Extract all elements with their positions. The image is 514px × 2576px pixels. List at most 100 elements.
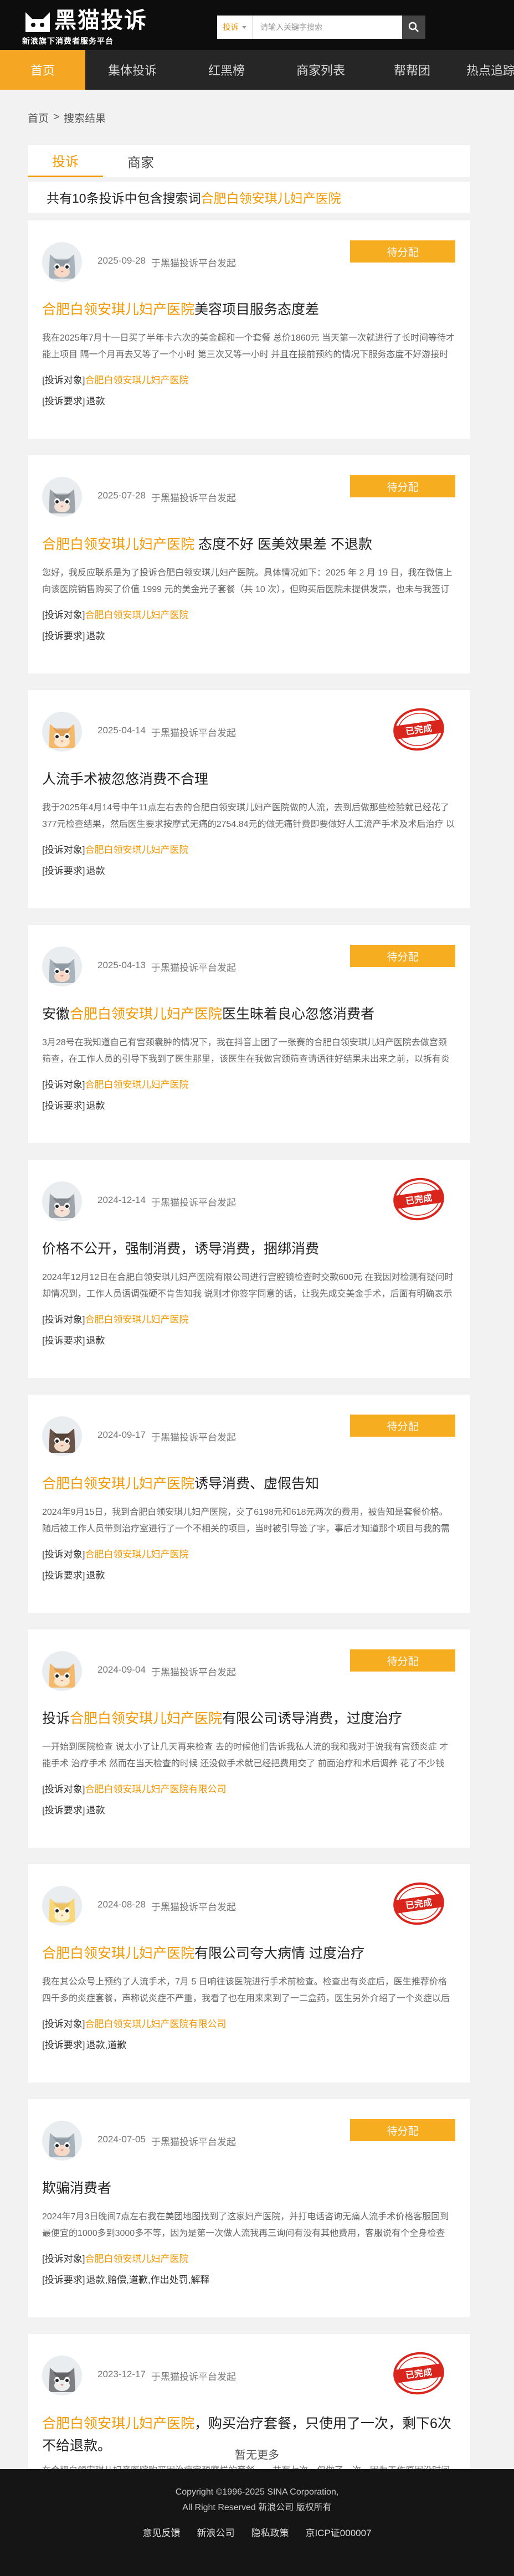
nav-ranking[interactable]: 红黑榜: [179, 50, 274, 90]
main-nav: 首页 集体投诉 红黑榜 商家列表 帮帮团 热点追踪: [0, 50, 514, 90]
status-badge: 待分配: [350, 2119, 455, 2141]
footer-copyright: Copyright ©1996-2025 SINA Corporation,: [175, 2487, 339, 2497]
status-badge: 待分配: [350, 475, 455, 497]
footer: Copyright ©1996-2025 SINA Corporation, A…: [0, 2469, 514, 2576]
complaint-card[interactable]: 2024-08-28 于黑猫投诉平台发起 已完成 合肥白领安琪儿妇产医院有限公司夸大病…: [28, 1864, 470, 2083]
complaint-date: 2024-12-14: [97, 1194, 146, 1205]
complaint-title[interactable]: 价格不公开，强制消费，诱导消费，捆绑消费: [42, 1238, 455, 1259]
search-button[interactable]: [402, 16, 425, 39]
complaint-demand-label: [投诉要求]: [42, 631, 85, 641]
complaint-object-link[interactable]: 合肥白领安琪儿妇产医院: [85, 1314, 188, 1325]
complaint-title-merchant[interactable]: 合肥白领安琪儿妇产医院: [42, 2416, 194, 2431]
complaint-title-merchant[interactable]: 合肥白领安琪儿妇产医院: [42, 302, 194, 317]
complaint-title[interactable]: 合肥白领安琪儿妇产医院 态度不好 医美效果差 不退款: [42, 534, 455, 555]
complaint-demand-value: 退款,道歉: [86, 2040, 127, 2050]
complaint-demand-label: [投诉要求]: [42, 1570, 85, 1581]
complaint-card[interactable]: 2025-07-28 于黑猫投诉平台发起 待分配 合肥白领安琪儿妇产医院 态度不好 医…: [28, 455, 470, 673]
nav-home[interactable]: 首页: [0, 50, 85, 90]
nav-help-team[interactable]: 帮帮团: [368, 50, 456, 90]
complaint-demand-row: [投诉要求]退款: [42, 1334, 455, 1348]
complaint-source: 于黑猫投诉平台发起: [151, 1197, 236, 1208]
complaint-card[interactable]: 2024-12-14 于黑猫投诉平台发起 已完成 价格不公开，强制消费，诱导消费，捆绑…: [28, 1160, 470, 1378]
complaint-title[interactable]: 人流手术被忽悠消费不合理: [42, 769, 455, 790]
top-header: 黑猫投诉 新浪旗下消费者服务平台 投诉: [0, 0, 514, 50]
nav-hot-tracking[interactable]: 热点追踪: [456, 50, 514, 90]
footer-link-icp[interactable]: 京ICP证000007: [305, 2526, 371, 2541]
tab-complaints[interactable]: 投诉: [28, 145, 103, 177]
complaint-title[interactable]: 合肥白领安琪儿妇产医院诱导消费、虚假告知: [42, 1473, 455, 1494]
search-input[interactable]: [253, 16, 402, 39]
complaint-title-text: 诱导消费、虚假告知: [194, 1476, 320, 1492]
complaint-title[interactable]: 合肥白领安琪儿妇产医院美容项目服务态度差: [42, 299, 455, 320]
brand-slogan: 新浪旗下消费者服务平台: [22, 37, 114, 45]
brand-logo[interactable]: 黑猫投诉 新浪旗下消费者服务平台: [22, 7, 166, 45]
complaint-card[interactable]: 2024-07-05 于黑猫投诉平台发起 待分配 欺骗消费者 2024年7月3日晚间7点…: [28, 2099, 470, 2317]
complaint-title-merchant[interactable]: 合肥白领安琪儿妇产医院: [42, 1476, 194, 1492]
complaint-object-link[interactable]: 合肥白领安琪儿妇产医院有限公司: [85, 2019, 226, 2029]
nav-group-complaints[interactable]: 集体投诉: [85, 50, 179, 90]
footer-link-feedback[interactable]: 意见反馈: [142, 2526, 180, 2541]
footer-link-privacy[interactable]: 隐私政策: [251, 2526, 289, 2541]
breadcrumb-home[interactable]: 首页: [28, 110, 49, 125]
complaint-title[interactable]: 合肥白领安琪儿妇产医院有限公司夸大病情 过度治疗: [42, 1943, 455, 1964]
status-badge: 待分配: [350, 945, 455, 967]
complaint-object-link[interactable]: 合肥白领安琪儿妇产医院: [85, 1549, 188, 1560]
complaint-object-link[interactable]: 合肥白领安琪儿妇产医院: [85, 1079, 188, 1090]
user-avatar: [42, 242, 82, 282]
complaint-title-merchant[interactable]: 合肥白领安琪儿妇产医院: [70, 1006, 222, 1022]
user-avatar: [42, 1181, 82, 1221]
complaint-source: 于黑猫投诉平台发起: [151, 1432, 236, 1443]
complaint-object-link[interactable]: 合肥白领安琪儿妇产医院有限公司: [85, 1784, 226, 1795]
complaint-object-link[interactable]: 合肥白领安琪儿妇产医院: [85, 610, 188, 620]
footer-rights: All Right Reserved 新浪公司 版权所有: [182, 2503, 332, 2512]
complaint-summary: 我在2025年7月十一日买了半年卡六次的美金超和一个套餐 总价1860元 当天第…: [42, 333, 455, 359]
complaint-title[interactable]: 欺骗消费者: [42, 2178, 455, 2199]
complaint-demand-label: [投诉要求]: [42, 866, 85, 876]
footer-link-sina[interactable]: 新浪公司: [197, 2526, 234, 2541]
complaint-title-merchant[interactable]: 合肥白领安琪儿妇产医院: [42, 537, 194, 552]
complaint-card[interactable]: 2024-09-04 于黑猫投诉平台发起 待分配 投诉合肥白领安琪儿妇产医院有限公司诱…: [28, 1629, 470, 1848]
complaint-card[interactable]: 2025-04-13 于黑猫投诉平台发起 待分配 安徽合肥白领安琪儿妇产医院医生昧着良…: [28, 925, 470, 1143]
complaint-source: 于黑猫投诉平台发起: [151, 1667, 236, 1678]
complaint-demand-row: [投诉要求]退款: [42, 394, 455, 409]
cat-logo-icon: [22, 7, 53, 34]
search-bar: 投诉: [217, 16, 425, 39]
complaint-card[interactable]: 2025-09-28 于黑猫投诉平台发起 待分配 合肥白领安琪儿妇产医院美容项目服务态…: [28, 220, 470, 439]
complaint-title-text: 价格不公开，强制消费，诱导消费，捆绑消费: [42, 1241, 320, 1257]
complaint-object-link[interactable]: 合肥白领安琪儿妇产医院: [85, 845, 188, 855]
tab-merchants[interactable]: 商家: [103, 145, 178, 177]
complaint-object-label: [投诉对象]: [42, 610, 85, 620]
complaint-card[interactable]: 2024-09-17 于黑猫投诉平台发起 待分配 合肥白领安琪儿妇产医院诱导消费、虚假…: [28, 1395, 470, 1613]
complaint-summary: 2024年7月3日晚间7点左右我在美团地图找到了这家妇产医院，并打电话咨询无痛人…: [42, 2212, 449, 2238]
complaint-source: 于黑猫投诉平台发起: [151, 492, 236, 503]
footer-links: 意见反馈 新浪公司 隐私政策 京ICP证000007: [0, 2526, 514, 2541]
complaint-source: 于黑猫投诉平台发起: [151, 962, 236, 973]
complaint-title[interactable]: 安徽合肥白领安琪儿妇产医院医生昧着良心忽悠消费者: [42, 1004, 455, 1025]
user-avatar: [42, 2356, 82, 2395]
user-avatar: [42, 947, 82, 986]
complaint-title-merchant[interactable]: 合肥白领安琪儿妇产医院: [70, 1711, 222, 1726]
complaint-demand-value: 退款: [86, 1570, 105, 1581]
complaint-object-link[interactable]: 合肥白领安琪儿妇产医院: [85, 2254, 188, 2264]
nav-merchants[interactable]: 商家列表: [274, 50, 368, 90]
complaint-card[interactable]: 2025-04-14 于黑猫投诉平台发起 已完成 人流手术被忽悠消费不合理 我于2025…: [28, 690, 470, 908]
complaint-object-row: [投诉对象]合肥白领安琪儿妇产医院: [42, 1547, 455, 1562]
complaint-title[interactable]: 投诉合肥白领安琪儿妇产医院有限公司诱导消费，过度治疗: [42, 1708, 455, 1729]
complaint-demand-label: [投诉要求]: [42, 2040, 85, 2050]
complaint-title-merchant[interactable]: 合肥白领安琪儿妇产医院: [42, 1946, 194, 1961]
complaint-object-link[interactable]: 合肥白领安琪儿妇产医院: [85, 375, 188, 385]
complaint-demand-row: [投诉要求]退款: [42, 629, 455, 644]
complaint-title-text: 美容项目服务态度差: [194, 302, 320, 317]
status-badge: 待分配: [350, 1415, 455, 1437]
search-type-select[interactable]: 投诉: [217, 16, 253, 39]
complaint-source: 于黑猫投诉平台发起: [151, 1901, 236, 1912]
complaint-source: 于黑猫投诉平台发起: [151, 727, 236, 738]
complaint-source: 于黑猫投诉平台发起: [151, 2371, 236, 2382]
result-summary-keyword: 合肥白领安琪儿妇产医院: [201, 191, 341, 205]
complaint-date: 2024-08-28: [97, 1899, 146, 1910]
user-avatar: [42, 2121, 82, 2161]
complaint-title-text: 有限公司诱导消费，过度治疗: [222, 1711, 403, 1726]
caret-down-icon: [241, 25, 246, 29]
complaint-demand-value: 退款: [86, 396, 105, 407]
brand-name: 黑猫投诉: [54, 8, 147, 33]
